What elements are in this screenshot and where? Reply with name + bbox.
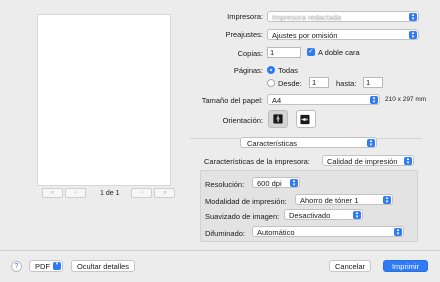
page-indicator: 1 de 1: [100, 189, 120, 197]
landscape-person-icon: 🚹︎: [300, 113, 311, 125]
chevron-down-icon: ▾: [53, 262, 61, 270]
orientation-label: Orientación:: [222, 116, 263, 125]
dithering-value: Automático: [257, 228, 295, 237]
presets-value: Ajustes por omisión: [272, 31, 338, 40]
pdf-menu-button[interactable]: PDF ▾: [29, 260, 63, 272]
updown-arrows-icon: ▴ ▾: [404, 157, 412, 166]
section-value: Características: [247, 139, 298, 148]
footer-divider: [0, 250, 440, 251]
paper-size-label: Tamaño del papel:: [201, 96, 263, 105]
pages-to-field[interactable]: 1: [363, 77, 383, 88]
smoothing-label: Suavizado de imagen:: [205, 212, 280, 221]
pages-to-label: hasta:: [336, 79, 357, 88]
pages-label: Páginas:: [233, 66, 263, 75]
portrait-person-icon: 🚹︎: [272, 113, 284, 124]
printer-value: Impresora redactada: [272, 13, 342, 22]
print-button[interactable]: Imprimir: [383, 260, 428, 272]
page-navigator: « ‹ 1 de 1 › »: [42, 188, 177, 198]
presets-select[interactable]: Ajustes por omisión ▴ ▾: [267, 29, 419, 40]
print-mode-value: Ahorro de tóner 1: [300, 196, 359, 205]
print-mode-select[interactable]: Ahorro de tóner 1 ▴ ▾: [295, 194, 393, 205]
paper-dimensions: 210 x 297 mm: [385, 96, 427, 103]
resolution-value: 600 dpi: [257, 179, 282, 188]
updown-arrows-icon: ▴ ▾: [290, 179, 298, 188]
previous-page-button[interactable]: ‹: [65, 188, 86, 198]
next-page-button[interactable]: ›: [131, 188, 153, 198]
last-page-button[interactable]: »: [154, 188, 176, 198]
printer-features-label: Características de la impresora:: [204, 157, 310, 166]
copies-label: Copias:: [237, 49, 263, 58]
first-page-button[interactable]: «: [42, 188, 63, 198]
pdf-label: PDF: [35, 262, 50, 271]
printer-features-select[interactable]: Calidad de impresión ▴ ▾: [322, 155, 414, 166]
pages-from-label: Desde:: [278, 79, 302, 88]
paper-size-select[interactable]: A4 ▴ ▾: [267, 94, 380, 105]
printer-select[interactable]: Impresora redactada ▴ ▾: [267, 11, 419, 22]
printer-label: Impresora:: [227, 12, 263, 21]
pages-range-radio[interactable]: [267, 79, 275, 87]
cancel-button[interactable]: Cancelar: [329, 260, 371, 272]
updown-arrows-icon: ▴ ▾: [394, 228, 402, 237]
smoothing-select[interactable]: Desactivado ▴ ▾: [284, 209, 363, 220]
printer-features-value: Calidad de impresión: [327, 157, 398, 166]
presets-label: Preajustes:: [225, 30, 263, 39]
dithering-label: Difuminado:: [205, 229, 246, 238]
paper-size-value: A4: [272, 96, 282, 105]
pages-all-label: Todas: [278, 66, 299, 75]
smoothing-value: Desactivado: [289, 211, 331, 220]
updown-arrows-icon: ▴ ▾: [409, 13, 417, 22]
duplex-label: A doble cara: [318, 48, 360, 57]
hide-details-button[interactable]: Ocultar detalles: [71, 260, 135, 272]
dithering-select[interactable]: Automático ▴ ▾: [252, 226, 404, 237]
pages-from-field[interactable]: 1: [309, 77, 329, 88]
help-button[interactable]: ?: [11, 261, 22, 272]
duplex-checkbox[interactable]: ✓: [307, 48, 315, 56]
page-preview: [37, 14, 171, 186]
resolution-select[interactable]: 600 dpi ▴ ▾: [252, 177, 300, 188]
print-mode-label: Modalidad de impresión:: [205, 197, 287, 206]
updown-arrows-icon: ▴ ▾: [409, 31, 417, 40]
updown-arrows-icon: ▴ ▾: [370, 96, 378, 105]
updown-arrows-icon: ▴ ▾: [367, 139, 375, 148]
updown-arrows-icon: ▴ ▾: [383, 196, 391, 205]
section-select[interactable]: Características ▴ ▾: [240, 137, 377, 148]
resolution-label: Resolución:: [205, 180, 245, 189]
portrait-orientation-button[interactable]: 🚹︎: [268, 110, 288, 128]
pages-all-radio[interactable]: [267, 66, 275, 74]
landscape-orientation-button[interactable]: 🚹︎: [296, 110, 316, 128]
updown-arrows-icon: ▴ ▾: [353, 211, 361, 220]
copies-field[interactable]: 1: [267, 47, 301, 58]
